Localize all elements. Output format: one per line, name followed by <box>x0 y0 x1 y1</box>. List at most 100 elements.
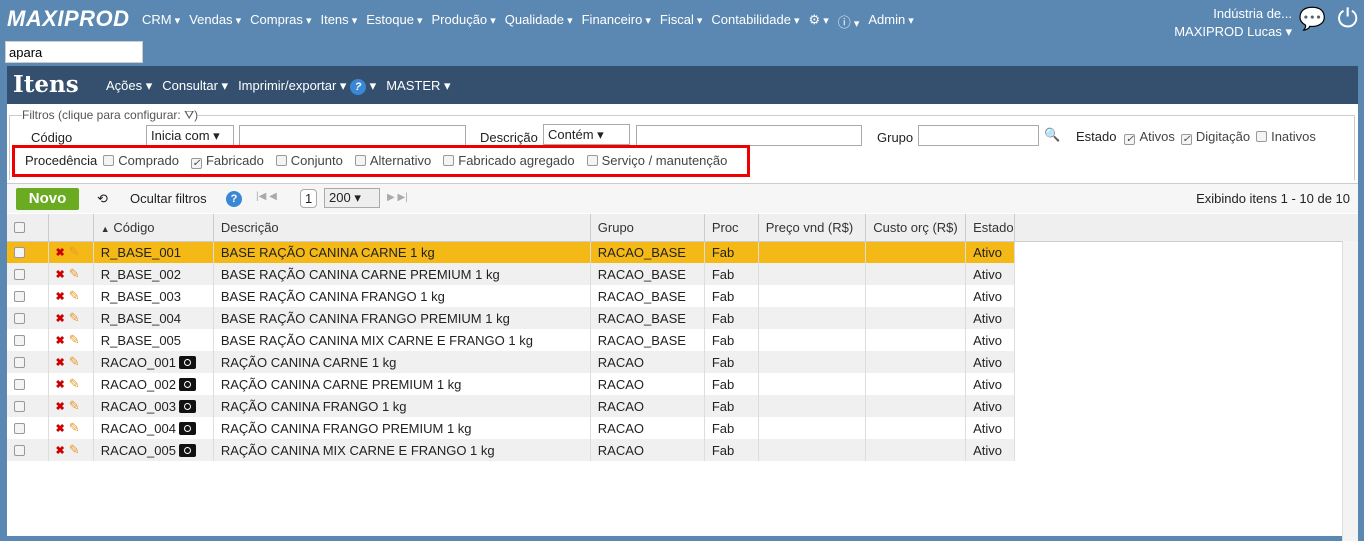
help-icon[interactable]: ? <box>350 79 367 95</box>
checkbox-digita-o[interactable]: ✓ Digitação <box>1180 129 1250 145</box>
row-checkbox[interactable] <box>7 329 49 351</box>
row-checkbox[interactable] <box>7 373 49 395</box>
edit-icon[interactable]: ✎ <box>69 376 80 391</box>
edit-icon[interactable]: ✎ <box>69 442 80 457</box>
chat-icon[interactable]: 💬 <box>1299 6 1326 32</box>
edit-icon[interactable]: ✎ <box>69 244 80 259</box>
row-checkbox[interactable] <box>7 351 49 373</box>
global-search-input[interactable] <box>5 41 143 63</box>
table-row[interactable]: ✖ ✎ RACAO_005 RAÇÃO CANINA MIX CARNE E FR… <box>7 439 1358 461</box>
row-checkbox[interactable] <box>7 439 49 461</box>
delete-icon[interactable]: ✖ <box>56 423 65 435</box>
delete-icon[interactable]: ✖ <box>56 445 65 457</box>
descricao-input[interactable] <box>636 125 862 146</box>
checkbox-ativos[interactable]: ✓ Ativos <box>1124 129 1175 145</box>
column-header[interactable]: Preço vnd (R$) <box>758 214 867 242</box>
filter-icon[interactable]: ⛛ <box>184 108 194 122</box>
table-row[interactable]: ✖ ✎ R_BASE_001 BASE RAÇÃO CANINA CARNE 1 … <box>7 241 1358 263</box>
table-row[interactable]: ✖ ✎ RACAO_004 RAÇÃO CANINA FRANGO PREMIUM… <box>7 417 1358 439</box>
table-row[interactable]: ✖ ✎ RACAO_001 RAÇÃO CANINA CARNE 1 kg RACA… <box>7 351 1358 373</box>
checkbox-inativos[interactable]: Inativos <box>1256 129 1316 144</box>
row-checkbox[interactable] <box>7 285 49 307</box>
delete-icon[interactable]: ✖ <box>56 247 65 259</box>
camera-icon[interactable] <box>178 355 196 369</box>
delete-icon[interactable]: ✖ <box>56 269 65 281</box>
delete-icon[interactable]: ✖ <box>56 313 65 325</box>
menu-imprimir[interactable]: Imprimir/exportar ▾ ? ▾ <box>238 78 376 95</box>
menu-admin[interactable]: Admin <box>868 12 913 31</box>
camera-icon[interactable] <box>178 443 196 457</box>
menu-6[interactable]: Qualidade <box>505 12 573 31</box>
page-size-select[interactable]: 200 ▾ <box>324 188 380 208</box>
edit-icon[interactable]: ✎ <box>69 354 80 369</box>
edit-icon[interactable]: ✎ <box>69 288 80 303</box>
pagination-next-last[interactable]: ▶ ▶| <box>387 192 408 203</box>
table-row[interactable]: ✖ ✎ R_BASE_003 BASE RAÇÃO CANINA FRANGO 1… <box>7 285 1358 307</box>
edit-icon[interactable]: ✎ <box>69 420 80 435</box>
row-checkbox[interactable] <box>7 241 49 263</box>
camera-icon[interactable] <box>178 421 196 435</box>
pagination-first-prev[interactable]: |◀ ◀ <box>256 191 277 202</box>
row-checkbox[interactable] <box>7 307 49 329</box>
checkbox-alternativo[interactable]: Alternativo <box>354 153 437 168</box>
menu-9[interactable]: Contabilidade <box>711 12 799 31</box>
column-header[interactable]: Estado <box>965 214 1015 242</box>
gear-icon[interactable]: ⚙ <box>809 12 829 31</box>
row-checkbox[interactable] <box>7 417 49 439</box>
maxiprod-logo[interactable]: MAXIPROD <box>7 6 130 32</box>
menu-0[interactable]: CRM <box>142 12 180 31</box>
menu-acoes[interactable]: Ações ▾ <box>106 78 152 95</box>
menu-2[interactable]: Compras <box>250 12 311 31</box>
menu-7[interactable]: Financeiro <box>582 12 651 31</box>
edit-icon[interactable]: ✎ <box>69 310 80 325</box>
user-info[interactable]: Indústria de... MAXIPROD Lucas ▾ <box>1174 5 1292 41</box>
select-all[interactable] <box>7 214 49 242</box>
table-row[interactable]: ✖ ✎ RACAO_003 RAÇÃO CANINA FRANGO 1 kg RAC… <box>7 395 1358 417</box>
grupo-input[interactable] <box>918 125 1039 146</box>
scrollbar[interactable] <box>1342 241 1358 541</box>
checkbox-fabricado[interactable]: ✓ Fabricado <box>190 153 270 169</box>
search-icon[interactable]: 🔍 <box>1044 127 1060 143</box>
camera-icon[interactable] <box>178 377 196 391</box>
edit-icon[interactable]: ✎ <box>69 332 80 347</box>
delete-icon[interactable]: ✖ <box>56 379 65 391</box>
table-row[interactable]: ✖ ✎ RACAO_002 RAÇÃO CANINA CARNE PREMIUM … <box>7 373 1358 395</box>
ocultar-filtros-button[interactable]: Ocultar filtros <box>130 191 207 206</box>
checkbox-fabricado-agregado[interactable]: Fabricado agregado <box>443 153 580 168</box>
delete-icon[interactable]: ✖ <box>56 401 65 413</box>
menu-8[interactable]: Fiscal <box>660 12 703 31</box>
menu-4[interactable]: Estoque <box>366 12 422 31</box>
camera-icon[interactable] <box>178 399 196 413</box>
delete-icon[interactable]: ✖ <box>56 335 65 347</box>
page-number[interactable]: 1 <box>300 189 318 208</box>
checkbox-conjunto[interactable]: Conjunto <box>275 153 349 168</box>
refresh-icon[interactable]: ⟲ <box>97 191 108 207</box>
menu-3[interactable]: Itens <box>320 12 357 31</box>
novo-button[interactable]: Novo <box>16 188 79 210</box>
help-icon[interactable]: ? <box>226 191 242 207</box>
column-header[interactable]: ▲ Código <box>93 214 214 242</box>
power-icon[interactable]: ⏻ <box>1337 3 1358 35</box>
table-row[interactable]: ✖ ✎ R_BASE_004 BASE RAÇÃO CANINA FRANGO P… <box>7 307 1358 329</box>
descricao-mode-select[interactable]: Contém ▾ <box>543 124 630 145</box>
help-menu-icon[interactable]: ⓘ <box>838 12 860 31</box>
menu-5[interactable]: Produção <box>432 12 496 31</box>
column-header[interactable]: Descrição <box>213 214 591 242</box>
column-header[interactable]: Proc <box>704 214 759 242</box>
checkbox-comprado[interactable]: Comprado <box>103 153 185 168</box>
table-row[interactable]: ✖ ✎ R_BASE_005 BASE RAÇÃO CANINA MIX CARN… <box>7 329 1358 351</box>
delete-icon[interactable]: ✖ <box>56 357 65 369</box>
row-checkbox[interactable] <box>7 263 49 285</box>
checkbox-servi-o-manuten-o[interactable]: Serviço / manutenção <box>586 153 734 168</box>
codigo-input[interactable] <box>239 125 466 146</box>
filters-legend[interactable]: Filtros (clique para configurar: <box>22 108 181 122</box>
codigo-mode-select[interactable]: Inicia com ▾ <box>146 125 234 146</box>
delete-icon[interactable]: ✖ <box>56 291 65 303</box>
table-row[interactable]: ✖ ✎ R_BASE_002 BASE RAÇÃO CANINA CARNE PR… <box>7 263 1358 285</box>
column-header[interactable]: Grupo <box>590 214 705 242</box>
menu-1[interactable]: Vendas <box>189 12 241 31</box>
column-header[interactable]: Custo orç (R$) <box>865 214 967 242</box>
row-checkbox[interactable] <box>7 395 49 417</box>
menu-master[interactable]: MASTER ▾ <box>386 78 450 95</box>
edit-icon[interactable]: ✎ <box>69 266 80 281</box>
